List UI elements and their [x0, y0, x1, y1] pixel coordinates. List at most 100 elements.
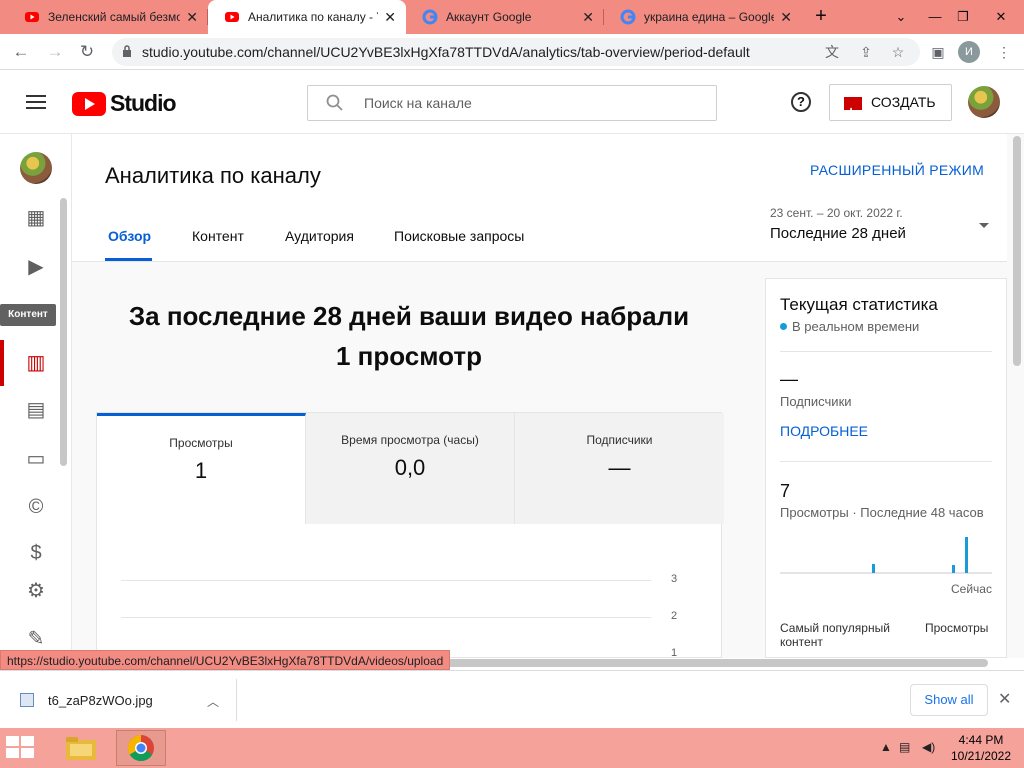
- side-panel-icon[interactable]: ▣: [928, 42, 948, 62]
- forward-icon[interactable]: →: [42, 40, 68, 64]
- address-bar[interactable]: studio.youtube.com/channel/UCU2YvBE3lxHg…: [112, 38, 920, 66]
- feedback-icon[interactable]: ✎: [24, 627, 48, 651]
- browser-tab-4[interactable]: украина едина – Google ✕: [604, 0, 802, 34]
- copyright-icon[interactable]: ©: [24, 495, 48, 519]
- monetization-icon[interactable]: $: [24, 541, 48, 565]
- download-filename[interactable]: t6_zaP8zWOo.jpg: [48, 693, 153, 708]
- metric-label: Время просмотра (часы): [341, 433, 479, 447]
- horizontal-scrollbar[interactable]: [440, 659, 988, 667]
- chrome-icon: [127, 734, 154, 762]
- show-all-button[interactable]: Show all: [910, 684, 988, 716]
- channel-search-input[interactable]: Поиск на канале: [307, 85, 717, 121]
- hamburger-menu-icon[interactable]: [26, 95, 46, 109]
- tab-audience[interactable]: Аудитория: [285, 228, 354, 244]
- metric-subscribers-tab[interactable]: Подписчики —: [515, 413, 724, 524]
- taskbar-clock[interactable]: 4:44 PM 10/21/2022: [946, 732, 1016, 764]
- divider: [780, 351, 992, 352]
- menu-kebab-icon[interactable]: ⋮: [994, 42, 1014, 62]
- dashboard-icon[interactable]: ▦: [24, 206, 48, 230]
- page-scrollbar[interactable]: [1013, 136, 1021, 366]
- tab-close-icon[interactable]: ✕: [186, 9, 198, 26]
- chevron-up-icon[interactable]: ︿: [207, 693, 219, 710]
- tab-close-icon[interactable]: ✕: [780, 9, 792, 26]
- tab-close-icon[interactable]: ✕: [582, 9, 594, 26]
- create-button[interactable]: СОЗДАТЬ: [829, 84, 952, 129]
- realtime-bar: [952, 565, 955, 573]
- tab-search-chevron-icon[interactable]: ⌄: [884, 0, 918, 34]
- dropdown-caret-icon[interactable]: [979, 223, 989, 228]
- comments-icon[interactable]: ▤: [24, 398, 48, 422]
- divider: [236, 679, 237, 721]
- chrome-taskbar-button[interactable]: [116, 730, 166, 766]
- browser-tab-2-title: Аналитика по каналу - Y: [248, 10, 379, 24]
- translate-icon[interactable]: 文: [822, 42, 842, 62]
- advanced-mode-link[interactable]: РАСШИРЕННЫЙ РЕЖИМ: [810, 162, 984, 178]
- realtime-bar: [872, 564, 875, 573]
- realtime-bar-chart: [780, 537, 992, 574]
- analytics-icon[interactable]: ▥: [24, 351, 48, 375]
- studio-logo-text: Studio: [110, 90, 177, 116]
- date-range[interactable]: 23 сент. – 20 окт. 2022 г.: [770, 206, 903, 220]
- settings-gear-icon[interactable]: ⚙: [24, 579, 48, 603]
- bookmark-star-icon[interactable]: ☆: [888, 42, 908, 62]
- sidebar-scrollbar[interactable]: [60, 198, 67, 466]
- restore-icon[interactable]: ❐: [946, 0, 980, 34]
- metric-label: Подписчики: [586, 433, 653, 447]
- network-icon[interactable]: ▤: [899, 740, 910, 754]
- chart-tick-label: 1: [671, 647, 678, 659]
- subtitles-icon[interactable]: ▭: [24, 447, 48, 471]
- help-icon[interactable]: ?: [791, 92, 811, 112]
- close-downloads-icon[interactable]: ✕: [998, 689, 1011, 709]
- volume-icon[interactable]: ◀): [922, 740, 935, 754]
- tab-overview[interactable]: Обзор: [108, 228, 151, 244]
- create-button-label: СОЗДАТЬ: [871, 94, 936, 110]
- views-48h-value: 7: [780, 481, 791, 501]
- active-item-indicator: [0, 340, 4, 386]
- account-avatar[interactable]: [968, 86, 1000, 118]
- chart-gridline: [121, 617, 651, 618]
- share-icon[interactable]: ⇪: [856, 42, 876, 62]
- studio-header: Studio Поиск на канале ? СОЗДАТЬ: [0, 70, 1024, 134]
- profile-avatar[interactable]: И: [958, 41, 980, 63]
- url-text: studio.youtube.com/channel/UCU2YvBE3lxHg…: [142, 44, 750, 60]
- tab-content[interactable]: Контент: [192, 228, 244, 244]
- studio-logo[interactable]: Studio: [72, 90, 177, 117]
- link-status-bubble: https://studio.youtube.com/channel/UCU2Y…: [0, 650, 451, 670]
- metric-watch-time-tab[interactable]: Время просмотра (часы) 0,0: [306, 413, 515, 524]
- chart-tick-label: 2: [671, 610, 678, 622]
- tab-search-queries[interactable]: Поисковые запросы: [394, 228, 524, 244]
- metric-views-tab[interactable]: Просмотры 1: [97, 413, 306, 524]
- downloads-bar: t6_zaP8zWOo.jpg ︿ Show all ✕: [0, 670, 1024, 728]
- popular-views-column: Просмотры: [925, 621, 989, 635]
- browser-tab-1[interactable]: Зеленский самый безмо ✕: [8, 0, 208, 34]
- metric-label: Просмотры: [169, 436, 233, 450]
- new-tab-icon[interactable]: +: [808, 4, 834, 30]
- image-file-icon: [20, 693, 34, 707]
- close-window-icon[interactable]: ✕: [984, 0, 1018, 34]
- divider: [780, 461, 992, 462]
- realtime-panel: Текущая статистика В реальном времени — …: [765, 278, 1007, 658]
- content-icon[interactable]: ▶: [24, 255, 48, 279]
- reload-icon[interactable]: ↻: [74, 40, 100, 64]
- metric-value: 1: [194, 458, 208, 483]
- youtube-logo-icon: [72, 91, 106, 116]
- file-explorer-taskbar-button[interactable]: [56, 730, 106, 766]
- browser-tab-3[interactable]: Аккаунт Google ✕: [406, 0, 604, 34]
- more-details-link[interactable]: ПОДРОБНЕЕ: [780, 423, 868, 439]
- google-favicon-icon: [620, 9, 636, 25]
- realtime-bar: [965, 537, 968, 573]
- search-icon: [326, 94, 343, 111]
- youtube-favicon-icon: [225, 12, 239, 22]
- tab-close-icon[interactable]: ✕: [384, 9, 396, 26]
- browser-tab-2[interactable]: Аналитика по каналу - Y ✕: [208, 0, 406, 34]
- back-icon[interactable]: ←: [8, 40, 34, 64]
- lock-icon: [123, 45, 131, 57]
- page-title: Аналитика по каналу: [105, 163, 321, 188]
- period-selector[interactable]: Последние 28 дней: [770, 225, 906, 242]
- windows-start-icon[interactable]: [6, 736, 36, 760]
- headline: За последние 28 дней ваши видео набрали …: [96, 296, 722, 376]
- channel-avatar[interactable]: [20, 152, 52, 184]
- sidebar-tooltip: Контент: [0, 304, 56, 326]
- headline-line-2: 1 просмотр: [335, 341, 482, 371]
- tray-chevron-icon[interactable]: ▲: [880, 740, 892, 754]
